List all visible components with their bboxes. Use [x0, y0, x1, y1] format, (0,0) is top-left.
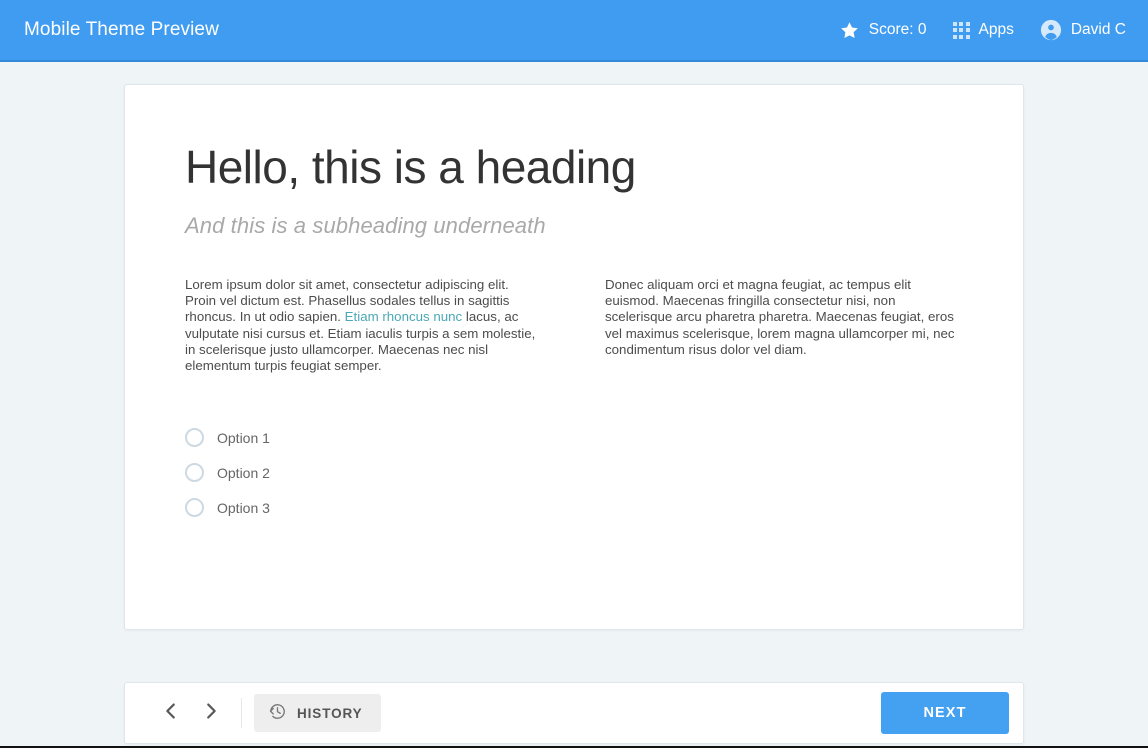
inline-link[interactable]: Etiam rhoncus nunc: [345, 309, 463, 324]
content-card: Hello, this is a heading And this is a s…: [124, 84, 1024, 630]
radio-option-3[interactable]: Option 3: [185, 490, 963, 525]
bottom-toolbar: HISTORY NEXT: [124, 682, 1024, 744]
content-heading: Hello, this is a heading: [185, 141, 636, 193]
paragraph-right: Donec aliquam orci et magna feugiat, ac …: [605, 276, 955, 357]
toolbar-divider: [241, 698, 242, 728]
radio-circle-icon[interactable]: [185, 428, 204, 448]
content-subheading: And this is a subheading underneath: [185, 212, 546, 238]
radio-group: Option 1 Option 2 Option 3: [185, 420, 963, 525]
score-label: Score: 0: [868, 21, 927, 38]
toolbar-left-group: HISTORY: [151, 693, 381, 733]
radio-option-2[interactable]: Option 2: [185, 455, 963, 490]
radio-option-label: Option 2: [217, 464, 270, 481]
previous-button[interactable]: [151, 693, 191, 733]
radio-option-label: Option 1: [217, 429, 270, 446]
header-actions: Score: 0 Apps David C: [839, 19, 1126, 41]
apps-label: Apps: [978, 21, 1014, 38]
text-columns: Lorem ipsum dolor sit amet, consectetur …: [185, 277, 963, 375]
paragraph-left: Lorem ipsum dolor sit amet, consectetur …: [185, 277, 543, 375]
history-label: HISTORY: [297, 705, 363, 721]
chevron-right-icon: [200, 700, 222, 727]
next-button[interactable]: NEXT: [881, 692, 1009, 734]
apps-grid-icon: [952, 21, 970, 39]
score-indicator[interactable]: Score: 0: [839, 20, 927, 41]
user-name-label: David C: [1070, 21, 1126, 38]
radio-circle-icon[interactable]: [185, 463, 204, 483]
user-menu[interactable]: David C: [1040, 19, 1126, 41]
history-clock-icon: [268, 702, 287, 724]
chevron-left-icon: [160, 700, 182, 727]
star-icon: [839, 20, 860, 41]
next-arrow-button[interactable]: [191, 693, 231, 733]
page-title: Mobile Theme Preview: [24, 19, 219, 40]
app-header: Mobile Theme Preview Score: 0 Apps David…: [0, 0, 1148, 62]
radio-option-label: Option 3: [217, 499, 270, 516]
radio-option-1[interactable]: Option 1: [185, 420, 963, 455]
page-body: Hello, this is a heading And this is a s…: [0, 62, 1148, 748]
history-button[interactable]: HISTORY: [254, 694, 381, 732]
radio-circle-icon[interactable]: [185, 498, 204, 518]
apps-button[interactable]: Apps: [952, 21, 1014, 39]
account-circle-icon: [1040, 19, 1062, 41]
